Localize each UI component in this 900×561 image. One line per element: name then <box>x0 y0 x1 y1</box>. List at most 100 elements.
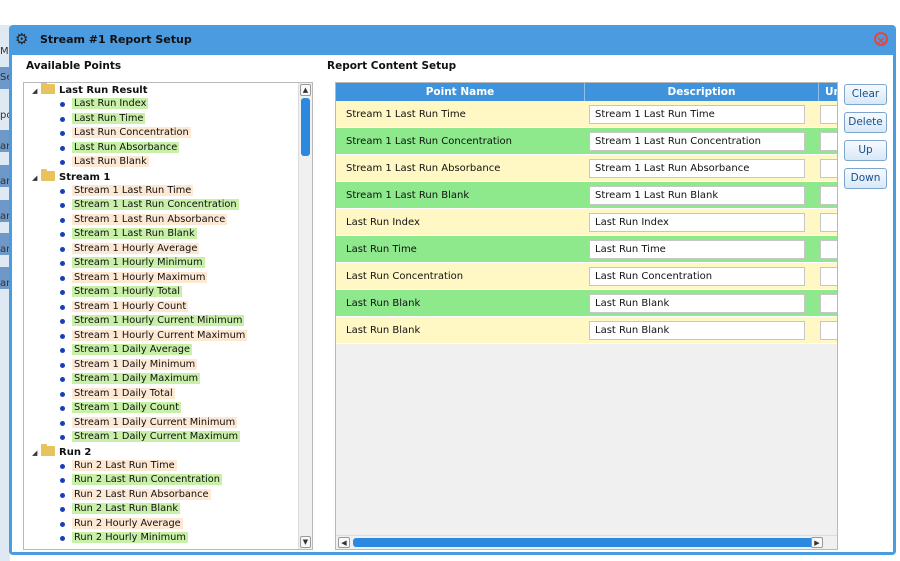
table-row[interactable]: Last Run Time Last Run Time <box>336 236 837 263</box>
point-name-cell[interactable]: Last Run Blank <box>346 290 420 317</box>
tree-item[interactable]: Stream 1 Hourly Minimum <box>24 256 298 271</box>
tree-group[interactable]: ◢ Run 2 <box>24 443 298 459</box>
unit-field[interactable] <box>820 186 837 205</box>
table-row[interactable]: Stream 1 Last Run Concentration Stream 1 … <box>336 128 837 155</box>
bullet-icon <box>60 290 65 295</box>
scroll-down-icon[interactable]: ▼ <box>300 536 311 548</box>
background-text: M <box>0 46 9 57</box>
description-field[interactable]: Last Run Index <box>589 213 805 232</box>
bullet-icon <box>60 131 65 136</box>
table-row[interactable]: Last Run Index Last Run Index <box>336 209 837 236</box>
bullet-icon <box>60 188 65 194</box>
table-row[interactable]: Stream 1 Last Run Time Stream 1 Last Run … <box>336 101 837 128</box>
tree-item[interactable]: Last Run Time <box>24 112 298 127</box>
tree-vertical-scrollbar[interactable]: ▲ ▼ <box>298 83 312 549</box>
tree-item[interactable]: Last Run Absorbance <box>24 141 298 156</box>
point-name-cell[interactable]: Last Run Time <box>346 236 417 263</box>
description-field[interactable]: Last Run Time <box>589 240 805 259</box>
tree-item-label: Stream 1 Daily Current Maximum <box>72 431 240 442</box>
tree-item[interactable]: Stream 1 Daily Average <box>24 343 298 358</box>
unit-field[interactable] <box>820 267 837 286</box>
bullet-icon <box>60 348 65 353</box>
unit-field[interactable] <box>820 294 837 313</box>
description-field[interactable]: Last Run Concentration <box>589 267 805 286</box>
tree-item-label: Stream 1 Daily Count <box>72 402 181 413</box>
tree-item[interactable]: Stream 1 Hourly Count <box>24 300 298 315</box>
report-content-grid[interactable]: Point Name Description Unit Stream 1 Las… <box>335 82 838 550</box>
tree-item[interactable]: Stream 1 Hourly Total <box>24 285 298 300</box>
tree-item[interactable]: Stream 1 Daily Maximum <box>24 372 298 387</box>
tree-item[interactable]: Last Run Index <box>24 97 298 112</box>
tree-item-label: Run 2 Hourly Average <box>72 517 183 529</box>
tree-item[interactable]: Run 2 Last Run Blank <box>24 502 298 517</box>
unit-field[interactable] <box>820 159 837 178</box>
down-button[interactable]: Down <box>844 168 887 189</box>
scrollbar-thumb[interactable] <box>353 538 815 547</box>
table-row[interactable]: Stream 1 Last Run Absorbance Stream 1 Las… <box>336 155 837 182</box>
tree-item[interactable]: Stream 1 Hourly Current Maximum <box>24 329 298 344</box>
close-icon[interactable]: × <box>874 32 888 47</box>
point-name-cell[interactable]: Stream 1 Last Run Absorbance <box>346 155 500 182</box>
tree-item[interactable]: Last Run Blank <box>24 155 298 170</box>
point-name-cell[interactable]: Stream 1 Last Run Concentration <box>346 128 512 155</box>
description-field[interactable]: Last Run Blank <box>589 294 805 313</box>
scroll-up-icon[interactable]: ▲ <box>300 84 311 96</box>
table-row[interactable]: Last Run Blank Last Run Blank <box>336 290 837 317</box>
tree-group[interactable]: ◢ Stream 1 <box>24 168 298 184</box>
tree-item[interactable]: Stream 1 Hourly Maximum <box>24 271 298 286</box>
tree-item[interactable]: Last Run Concentration <box>24 126 298 141</box>
bullet-icon <box>60 304 65 310</box>
tree-item[interactable]: Run 2 Last Run Concentration <box>24 473 298 488</box>
tree-item[interactable]: Stream 1 Daily Current Minimum <box>24 416 298 431</box>
grid-horizontal-scrollbar[interactable]: ◀ ▶ <box>336 535 837 549</box>
column-header-description[interactable]: Description <box>585 83 819 101</box>
unit-field[interactable] <box>820 240 837 259</box>
point-name-cell[interactable]: Last Run Index <box>346 209 420 236</box>
report-content-label: Report Content Setup <box>327 60 457 72</box>
tree-item[interactable]: Stream 1 Hourly Average <box>24 242 298 257</box>
tree-item[interactable]: Stream 1 Last Run Time <box>24 184 298 199</box>
tree-item[interactable]: Stream 1 Last Run Absorbance <box>24 213 298 228</box>
table-row[interactable]: Stream 1 Last Run Blank Stream 1 Last Run… <box>336 182 837 209</box>
tree-item[interactable]: Stream 1 Daily Minimum <box>24 358 298 373</box>
point-name-cell[interactable]: Stream 1 Last Run Time <box>346 101 466 128</box>
scroll-right-icon[interactable]: ▶ <box>811 537 823 548</box>
point-name-cell[interactable]: Stream 1 Last Run Blank <box>346 182 469 209</box>
dialog-titlebar[interactable]: ⚙ Stream #1 Report Setup × <box>9 25 896 55</box>
point-name-cell[interactable]: Last Run Blank <box>346 317 420 344</box>
column-header-unit[interactable]: Unit <box>819 83 837 101</box>
tree-item[interactable]: Stream 1 Hourly Current Minimum <box>24 314 298 329</box>
tree-item[interactable]: Run 2 Last Run Time <box>24 459 298 474</box>
table-row[interactable]: Last Run Concentration Last Run Concentra… <box>336 263 837 290</box>
up-button[interactable]: Up <box>844 140 887 161</box>
description-field[interactable]: Stream 1 Last Run Absorbance <box>589 159 805 178</box>
clear-button[interactable]: Clear <box>844 84 887 105</box>
description-field[interactable]: Stream 1 Last Run Time <box>589 105 805 124</box>
tree-item[interactable]: Run 2 Hourly Average <box>24 517 298 532</box>
point-name-cell[interactable]: Last Run Concentration <box>346 263 463 290</box>
description-field[interactable]: Stream 1 Last Run Concentration <box>589 132 805 151</box>
tree-item[interactable]: Run 2 Hourly Minimum <box>24 531 298 546</box>
column-header-point-name[interactable]: Point Name <box>336 83 585 101</box>
tree-item[interactable]: Run 2 Last Run Absorbance <box>24 488 298 503</box>
delete-button[interactable]: Delete <box>844 112 887 133</box>
table-row[interactable]: Last Run Blank Last Run Blank <box>336 317 837 344</box>
description-field[interactable]: Stream 1 Last Run Blank <box>589 186 805 205</box>
unit-field[interactable] <box>820 213 837 232</box>
tree-item[interactable]: Stream 1 Last Run Blank <box>24 227 298 242</box>
description-field[interactable]: Last Run Blank <box>589 321 805 340</box>
bullet-icon <box>60 536 65 541</box>
tree-item[interactable]: Stream 1 Daily Count <box>24 401 298 416</box>
tree-item[interactable]: Stream 1 Daily Total <box>24 387 298 402</box>
unit-field[interactable] <box>820 105 837 124</box>
tree-item[interactable]: Stream 1 Daily Current Maximum <box>24 430 298 445</box>
unit-field[interactable] <box>820 132 837 151</box>
scroll-left-icon[interactable]: ◀ <box>338 537 350 548</box>
unit-field[interactable] <box>820 321 837 340</box>
bullet-icon <box>60 116 65 122</box>
scrollbar-thumb[interactable] <box>301 98 310 156</box>
tree-group[interactable]: ◢ Last Run Result <box>24 83 298 97</box>
tree-item[interactable]: Stream 1 Last Run Concentration <box>24 198 298 213</box>
bullet-icon <box>60 435 65 440</box>
available-points-tree[interactable]: ◢ Last Run Result Last Run Index Last Run T… <box>23 82 313 550</box>
